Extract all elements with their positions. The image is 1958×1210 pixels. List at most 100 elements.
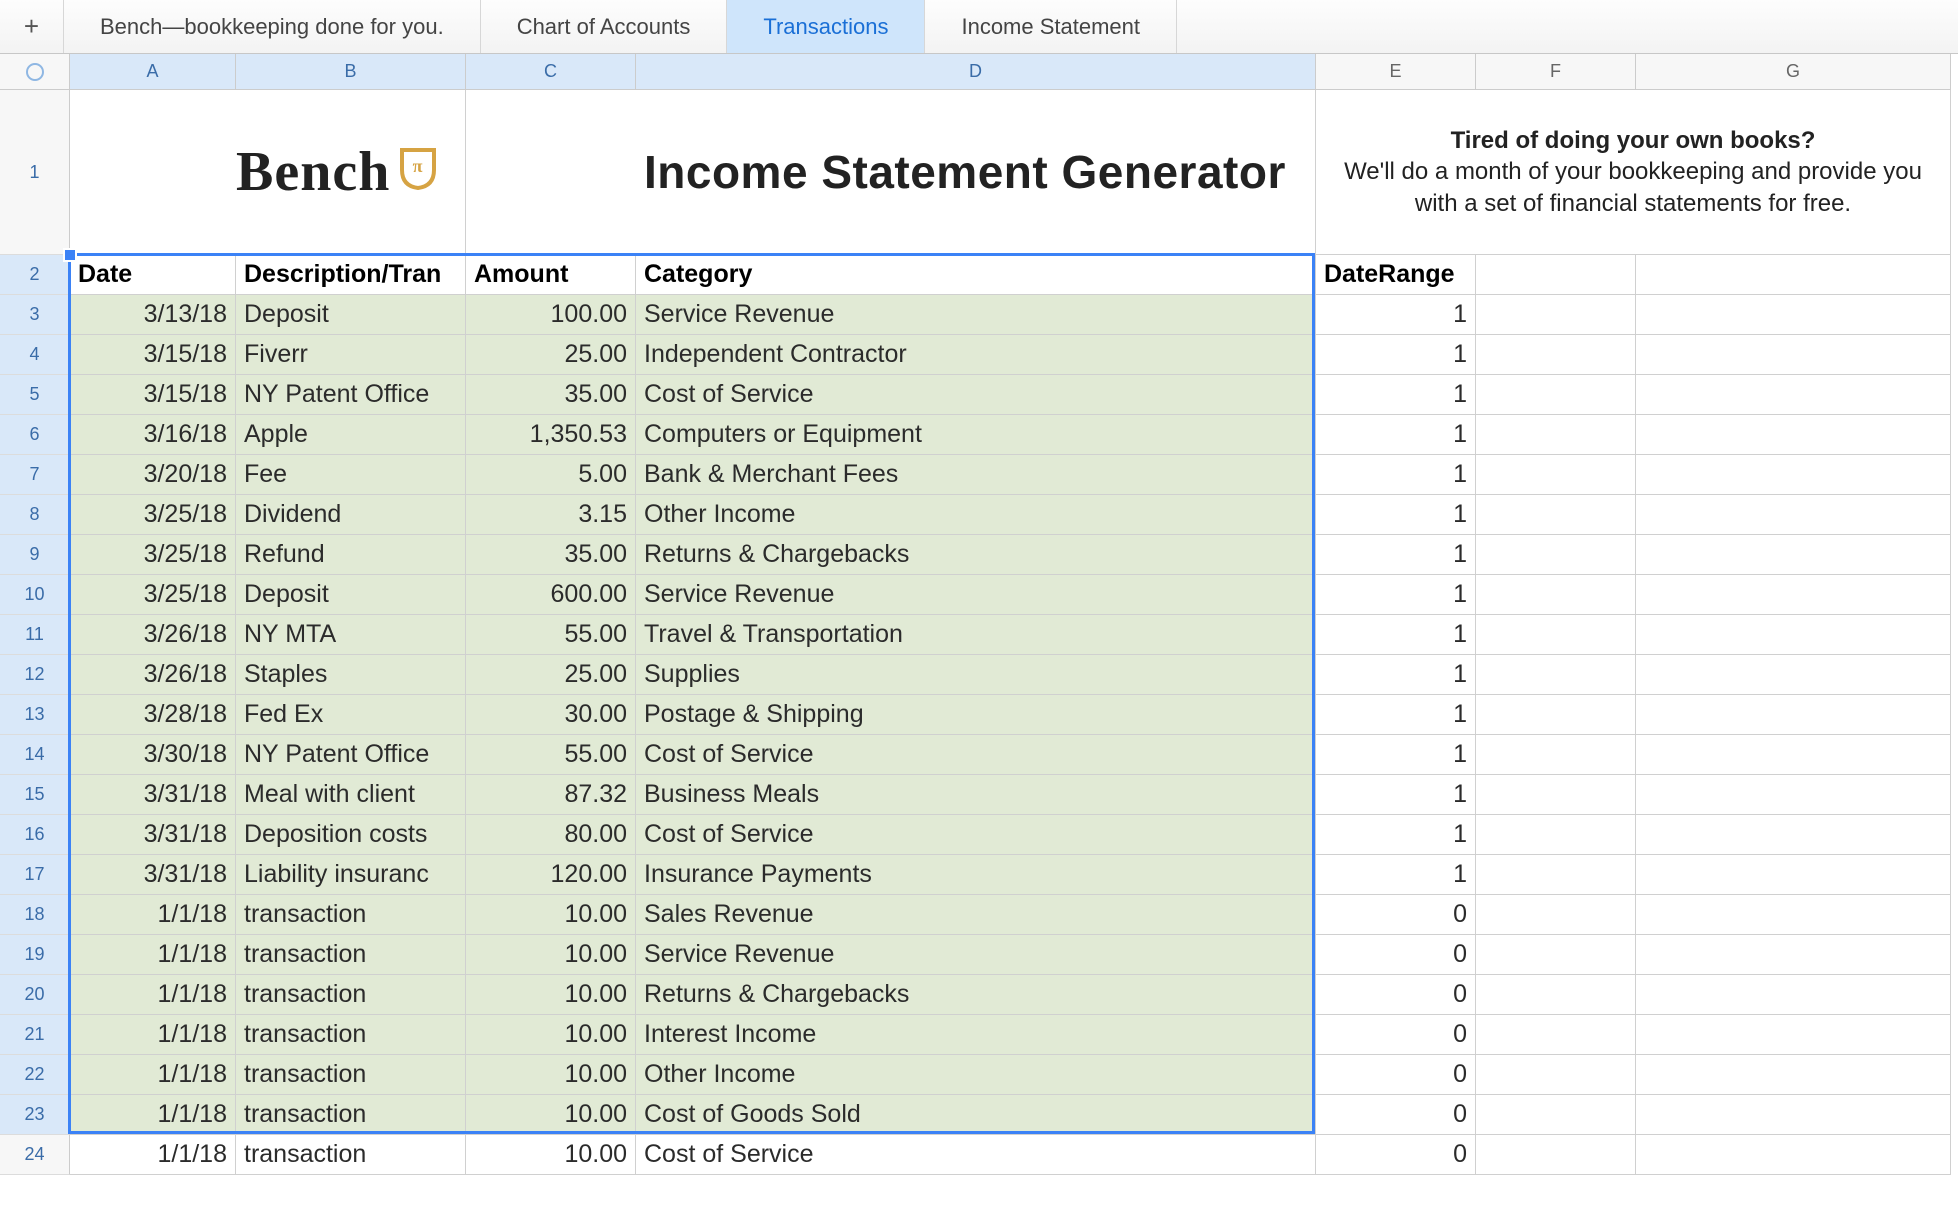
cell-blank[interactable]: [1476, 1055, 1636, 1095]
cell-amount[interactable]: 120.00: [466, 855, 636, 895]
cell-blank[interactable]: [1636, 935, 1951, 975]
cell-amount[interactable]: 10.00: [466, 935, 636, 975]
cell-category[interactable]: Business Meals: [636, 775, 1316, 815]
cell-date[interactable]: 1/1/18: [70, 1095, 236, 1135]
cell-blank[interactable]: [1476, 1015, 1636, 1055]
cell-desc[interactable]: transaction: [236, 1055, 466, 1095]
row-header-16[interactable]: 16: [0, 815, 70, 855]
cell-category[interactable]: Sales Revenue: [636, 895, 1316, 935]
cell-daterange[interactable]: 1: [1316, 615, 1476, 655]
cell-daterange[interactable]: 0: [1316, 975, 1476, 1015]
cell-amount[interactable]: 600.00: [466, 575, 636, 615]
cell-amount[interactable]: 10.00: [466, 1095, 636, 1135]
cell-blank[interactable]: [1636, 415, 1951, 455]
cell-blank[interactable]: [1636, 495, 1951, 535]
cell-amount[interactable]: 87.32: [466, 775, 636, 815]
cell-daterange[interactable]: 1: [1316, 735, 1476, 775]
row-header-9[interactable]: 9: [0, 535, 70, 575]
cell-blank[interactable]: [1476, 695, 1636, 735]
cell-date[interactable]: 3/26/18: [70, 655, 236, 695]
cell-daterange[interactable]: 0: [1316, 1095, 1476, 1135]
cell-amount[interactable]: 10.00: [466, 1135, 636, 1175]
col-header-G[interactable]: G: [1636, 54, 1951, 90]
row-header-21[interactable]: 21: [0, 1015, 70, 1055]
cell-amount[interactable]: 10.00: [466, 975, 636, 1015]
cell-desc[interactable]: Fee: [236, 455, 466, 495]
cell-desc[interactable]: NY Patent Office: [236, 735, 466, 775]
row-header-6[interactable]: 6: [0, 415, 70, 455]
tab-transactions[interactable]: Transactions: [727, 0, 925, 53]
row-header-10[interactable]: 10: [0, 575, 70, 615]
cell-blank[interactable]: [1636, 1015, 1951, 1055]
cell-blank[interactable]: [1636, 335, 1951, 375]
cell-desc[interactable]: Liability insuranc: [236, 855, 466, 895]
cell-category[interactable]: Supplies: [636, 655, 1316, 695]
cell-daterange[interactable]: 0: [1316, 1015, 1476, 1055]
cell-amount[interactable]: 3.15: [466, 495, 636, 535]
cell-category[interactable]: Cost of Goods Sold: [636, 1095, 1316, 1135]
cell-blank[interactable]: [1476, 335, 1636, 375]
cell-blank[interactable]: [1476, 575, 1636, 615]
row-header-14[interactable]: 14: [0, 735, 70, 775]
cell-blank[interactable]: [1476, 535, 1636, 575]
col-header-D[interactable]: D: [636, 54, 1316, 90]
cell-daterange[interactable]: 1: [1316, 335, 1476, 375]
cell-desc[interactable]: transaction: [236, 895, 466, 935]
row-header-3[interactable]: 3: [0, 295, 70, 335]
cell-desc[interactable]: Refund: [236, 535, 466, 575]
header-amount[interactable]: Amount: [466, 255, 636, 295]
cell-desc[interactable]: transaction: [236, 1095, 466, 1135]
row-header-19[interactable]: 19: [0, 935, 70, 975]
cell-date[interactable]: 3/25/18: [70, 535, 236, 575]
cell-category[interactable]: Service Revenue: [636, 295, 1316, 335]
cell-amount[interactable]: 5.00: [466, 455, 636, 495]
cell-date[interactable]: 1/1/18: [70, 935, 236, 975]
row-header-12[interactable]: 12: [0, 655, 70, 695]
cell-blank[interactable]: [1636, 1055, 1951, 1095]
row-header-13[interactable]: 13: [0, 695, 70, 735]
row-header-15[interactable]: 15: [0, 775, 70, 815]
cell-date[interactable]: 1/1/18: [70, 895, 236, 935]
cell-category[interactable]: Computers or Equipment: [636, 415, 1316, 455]
add-sheet-button[interactable]: +: [0, 0, 64, 53]
cell-desc[interactable]: Deposit: [236, 575, 466, 615]
cell-amount[interactable]: 25.00: [466, 335, 636, 375]
tab-bench[interactable]: Bench—bookkeeping done for you.: [64, 0, 481, 53]
cell-date[interactable]: 3/15/18: [70, 335, 236, 375]
header-category[interactable]: Category: [636, 255, 1316, 295]
cell-blank[interactable]: [1636, 975, 1951, 1015]
cell-date[interactable]: 1/1/18: [70, 1135, 236, 1175]
cell-desc[interactable]: Meal with client: [236, 775, 466, 815]
cell-category[interactable]: Other Income: [636, 1055, 1316, 1095]
cell-amount[interactable]: 30.00: [466, 695, 636, 735]
cell-desc[interactable]: Fiverr: [236, 335, 466, 375]
col-header-C[interactable]: C: [466, 54, 636, 90]
cell-date[interactable]: 3/25/18: [70, 575, 236, 615]
cell-blank[interactable]: [1636, 735, 1951, 775]
cell-blank[interactable]: [1636, 575, 1951, 615]
cell-date[interactable]: 1/1/18: [70, 1055, 236, 1095]
row-header-11[interactable]: 11: [0, 615, 70, 655]
cell-blank[interactable]: [1476, 855, 1636, 895]
cell-blank[interactable]: [1476, 1095, 1636, 1135]
cell-amount[interactable]: 55.00: [466, 735, 636, 775]
cell-amount[interactable]: 80.00: [466, 815, 636, 855]
cell-date[interactable]: 3/16/18: [70, 415, 236, 455]
cell-category[interactable]: Cost of Service: [636, 735, 1316, 775]
row-header-4[interactable]: 4: [0, 335, 70, 375]
cell-daterange[interactable]: 1: [1316, 295, 1476, 335]
cell-date[interactable]: 1/1/18: [70, 1015, 236, 1055]
cell-A1[interactable]: [70, 90, 236, 255]
cell-daterange[interactable]: 1: [1316, 375, 1476, 415]
row-header-8[interactable]: 8: [0, 495, 70, 535]
cell-daterange[interactable]: 0: [1316, 1055, 1476, 1095]
cell-blank[interactable]: [1476, 415, 1636, 455]
cell-blank[interactable]: [1476, 295, 1636, 335]
col-header-E[interactable]: E: [1316, 54, 1476, 90]
select-all-corner[interactable]: [0, 54, 70, 90]
cell-daterange[interactable]: 0: [1316, 895, 1476, 935]
cell-date[interactable]: 3/31/18: [70, 855, 236, 895]
cell-category[interactable]: Travel & Transportation: [636, 615, 1316, 655]
row-header-22[interactable]: 22: [0, 1055, 70, 1095]
cell-amount[interactable]: 35.00: [466, 375, 636, 415]
